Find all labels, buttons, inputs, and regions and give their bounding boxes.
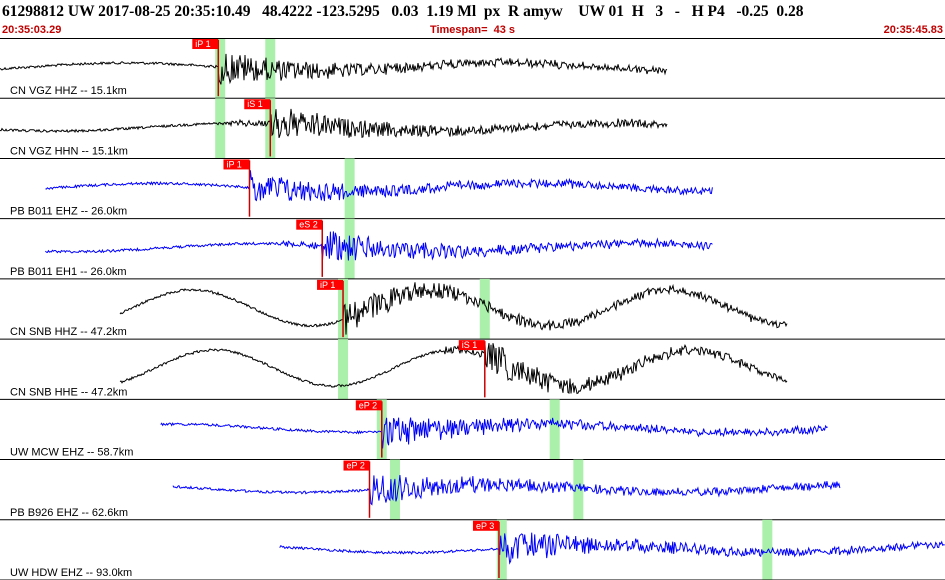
- channel-row[interactable]: eS 2 PB B011 EH1 -- 26.0km: [0, 218, 945, 280]
- channel-row[interactable]: iS 1 CN VGZ HHN -- 15.1km: [0, 98, 945, 159]
- pick-label: iP 1: [226, 159, 241, 169]
- channel-label: CN SNB HHE -- 47.2km: [10, 386, 127, 398]
- pick-label: iP 1: [320, 280, 335, 290]
- channel-label: PB B011 EH1 -- 26.0km: [10, 266, 127, 278]
- channel-row[interactable]: eP 2 UW MCW EHZ -- 58.7km: [0, 399, 945, 461]
- channel-row[interactable]: eP 3 UW HDW EHZ -- 93.0km: [0, 519, 945, 580]
- waveform-trace: [119, 282, 788, 335]
- channel-label: PB B011 EHZ -- 26.0km: [10, 206, 127, 218]
- channel-label: UW HDW EHZ -- 93.0km: [10, 567, 132, 579]
- waveform-trace: [0, 53, 668, 85]
- waveform-trace: [45, 231, 713, 262]
- channel-row[interactable]: eP 2 PB B926 EHZ -- 62.6km: [0, 459, 945, 521]
- pick-label: eP 2: [359, 400, 377, 410]
- channel-label: CN SNB HHZ -- 47.2km: [10, 326, 127, 338]
- waveform-trace: [172, 475, 841, 506]
- channel-label: PB B926 EHZ -- 62.6km: [10, 507, 128, 519]
- channel-row[interactable]: iP 1 PB B011 EHZ -- 26.0km: [0, 158, 945, 220]
- waveform-trace: [119, 343, 788, 395]
- channel-label: UW MCW EHZ -- 58.7km: [10, 447, 133, 459]
- timespan: Timespan= 43 s: [429, 24, 516, 36]
- pick-label: iS 1: [462, 340, 478, 350]
- pick-label: eP 2: [346, 461, 364, 471]
- pick-label: iP 1: [195, 39, 210, 49]
- waveform-trace: [0, 108, 668, 139]
- pick-label: eP 3: [476, 521, 494, 531]
- pick-label: iS 1: [247, 99, 263, 109]
- phase-highlight: [338, 339, 349, 400]
- channel-row[interactable]: iP 1 CN VGZ HHZ -- 15.1km: [0, 38, 945, 99]
- trace-canvas[interactable]: iP 1 CN VGZ HHZ -- 15.1km iS 1 CN VGZ HHN -…: [0, 38, 945, 580]
- phase-highlight: [549, 399, 560, 460]
- waveform-trace: [45, 170, 713, 202]
- channel-label: CN VGZ HHN -- 15.1km: [10, 145, 128, 157]
- phase-highlight: [344, 158, 355, 219]
- seismogram-panel[interactable]: iP 1 CN VGZ HHZ -- 15.1km iS 1 CN VGZ HHN -…: [0, 38, 945, 580]
- event-header: 61298812 UW 2017-08-25 20:35:10.49 48.42…: [2, 3, 804, 20]
- channel-row[interactable]: iP 1 CN SNB HHZ -- 47.2km: [0, 278, 945, 340]
- phase-highlight: [215, 98, 226, 159]
- pick-label: eS 2: [299, 220, 318, 230]
- waveform-trace: [279, 532, 945, 565]
- waveform-trace: [160, 417, 828, 449]
- channel-label: CN VGZ HHZ -- 15.1km: [10, 85, 127, 97]
- channel-row[interactable]: iS 1 CN SNB HHE -- 47.2km: [0, 339, 945, 400]
- end-time: 20:35:45.83: [883, 24, 943, 36]
